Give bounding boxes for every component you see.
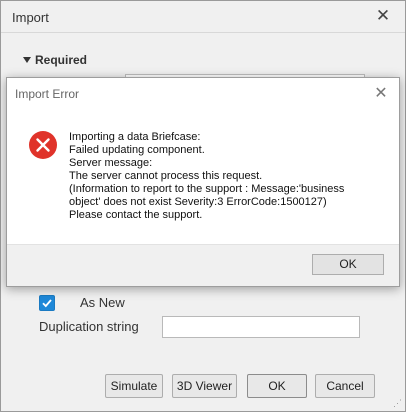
collapse-triangle-icon xyxy=(23,57,31,63)
required-section-label: Required xyxy=(35,53,88,67)
error-message-line: Importing a data Briefcase: xyxy=(69,131,201,143)
error-message-line: Please contact the support. xyxy=(69,209,203,221)
simulate-button[interactable]: Simulate xyxy=(105,374,163,398)
error-message-line: The server cannot process this request. xyxy=(69,170,263,182)
duplication-string-label: Duplication string xyxy=(39,319,139,334)
duplication-string-input[interactable] xyxy=(162,316,360,338)
error-message-line: Server message: xyxy=(69,157,153,169)
error-icon xyxy=(29,131,57,159)
error-message-line: Failed updating component. xyxy=(69,144,205,156)
import-ok-button[interactable]: OK xyxy=(247,374,307,398)
error-message-line: object' does not exist Severity:3 ErrorC… xyxy=(69,196,327,208)
import-titlebar[interactable]: Import ✕ xyxy=(1,1,405,33)
import-close-icon[interactable]: ✕ xyxy=(373,6,393,26)
error-dialog-titlebar[interactable]: Import Error ✕ xyxy=(7,78,399,108)
import-window-title: Import xyxy=(12,10,49,25)
3d-viewer-button[interactable]: 3D Viewer xyxy=(172,374,237,398)
error-dialog-footer: OK xyxy=(7,244,399,286)
error-dialog-title: Import Error xyxy=(15,87,80,101)
as-new-checkbox[interactable] xyxy=(39,295,55,311)
error-close-icon[interactable]: ✕ xyxy=(372,83,390,103)
import-cancel-button[interactable]: Cancel xyxy=(315,374,375,398)
resize-grip-icon[interactable]: ⋰ xyxy=(393,399,402,408)
error-message: Importing a data Briefcase: Failed updat… xyxy=(69,131,389,222)
error-message-line: (Information to report to the support : … xyxy=(69,183,345,195)
import-error-dialog: Import Error ✕ Importing a data Briefcas… xyxy=(6,77,400,287)
checkmark-icon xyxy=(42,299,52,308)
required-section-header[interactable]: Required xyxy=(23,53,87,67)
error-ok-button[interactable]: OK xyxy=(312,254,384,275)
as-new-label: As New xyxy=(80,295,125,310)
